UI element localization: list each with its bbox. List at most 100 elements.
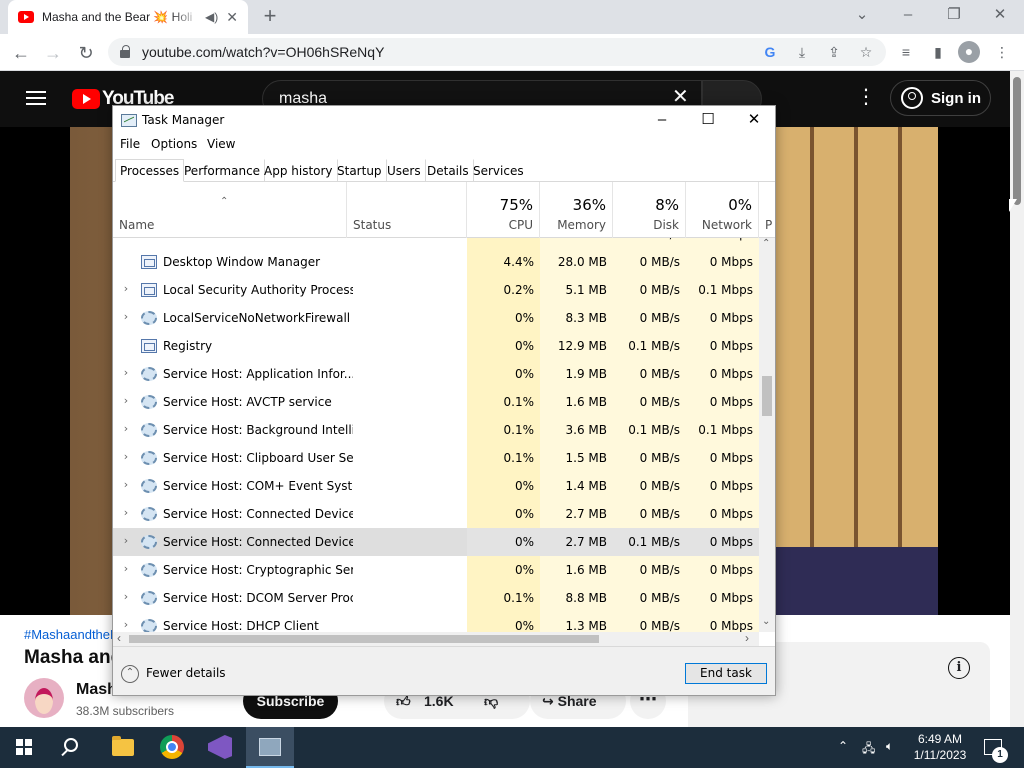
expand-chevron-icon[interactable]: › — [121, 534, 131, 547]
page-scrollbar-thumb[interactable] — [1013, 77, 1021, 205]
menu-view[interactable]: View — [207, 137, 235, 151]
chrome-taskbar-icon[interactable] — [160, 735, 184, 759]
expand-chevron-icon[interactable]: › — [121, 590, 131, 603]
settings-more-icon[interactable]: ⋮ — [856, 87, 876, 107]
url-text[interactable]: youtube.com/watch?v=OH06hSReNqY — [142, 44, 384, 60]
taskbar-clock[interactable]: 6:49 AM 1/11/2023 — [908, 731, 972, 763]
google-lens-icon[interactable]: G — [760, 42, 780, 62]
tab-startup[interactable]: Startup — [332, 159, 387, 182]
tm-maximize-button[interactable]: ☐ — [685, 108, 731, 132]
lock-icon[interactable] — [120, 45, 130, 58]
share-icon[interactable]: ⇪ — [824, 42, 844, 62]
file-explorer-icon[interactable] — [112, 736, 134, 756]
collapse-chevron-icon[interactable]: ⌃ — [121, 665, 139, 683]
visual-studio-icon[interactable] — [208, 735, 232, 759]
process-row[interactable]: › Service Host: Background Intelli... 0.1%… — [113, 416, 759, 444]
channel-name[interactable]: Mash — [76, 681, 117, 699]
process-row-partial[interactable]: Console Window Host 0% 3.9 MB 0 MB/s 0 Mbps — [113, 238, 759, 248]
column-network-header[interactable]: 0% Network — [686, 182, 759, 238]
expand-chevron-icon[interactable]: › — [121, 478, 131, 491]
process-row[interactable]: › Service Host: Application Infor... 0% 1.9… — [113, 360, 759, 388]
process-row[interactable]: › Service Host: DCOM Server Proc... 0.1% 8.… — [113, 584, 759, 612]
expand-chevron-icon[interactable]: › — [121, 282, 131, 295]
process-row[interactable]: › Service Host: COM+ Event Syste... 0% 1.4 … — [113, 472, 759, 500]
tab-details[interactable]: Details — [422, 159, 474, 182]
sign-in-button[interactable]: Sign in — [890, 80, 991, 116]
scroll-down-icon[interactable]: ⌄ — [762, 616, 770, 627]
hscroll-thumb[interactable] — [129, 635, 599, 643]
hamburger-menu-icon[interactable] — [26, 91, 46, 105]
tab-services[interactable]: Services — [468, 159, 529, 182]
page-scrollbar[interactable] — [1010, 71, 1024, 727]
video-hashtag-link[interactable]: #MashaandtheB — [24, 627, 119, 642]
process-row[interactable]: › Local Security Authority Process... 0.2%… — [113, 276, 759, 304]
bookmark-star-icon[interactable]: ☆ — [856, 42, 876, 62]
show-hidden-icons-chevron-icon[interactable]: ⌃ — [838, 739, 848, 753]
close-window-button[interactable]: ✕ — [980, 4, 1020, 28]
vscroll-thumb[interactable] — [762, 376, 772, 416]
column-disk-header[interactable]: 8% Disk — [613, 182, 686, 238]
process-table-hscrollbar[interactable]: ‹ › — [113, 631, 759, 646]
process-row[interactable]: › Service Host: Cryptographic Ser... 0% 1.6… — [113, 556, 759, 584]
expand-chevron-icon[interactable]: › — [121, 366, 131, 379]
menu-file[interactable]: File — [120, 137, 140, 151]
start-button[interactable] — [0, 727, 48, 768]
new-tab-button[interactable]: + — [258, 5, 282, 29]
expand-chevron-icon[interactable]: › — [121, 618, 131, 631]
process-row[interactable]: Registry 0% 12.9 MB 0.1 MB/s 0 Mbps — [113, 332, 759, 360]
column-power-header[interactable]: P — [759, 182, 775, 238]
scroll-up-icon[interactable]: ⌃ — [762, 238, 770, 249]
restore-button[interactable]: ❐ — [934, 4, 974, 28]
expand-chevron-icon[interactable]: › — [121, 562, 131, 575]
process-row[interactable]: › Service Host: Connected Device... 0% 2.7 … — [113, 500, 759, 528]
tab-search-chevron-icon[interactable]: ⌄ — [842, 4, 882, 28]
tab-app-history[interactable]: App history — [259, 159, 338, 182]
task-manager-taskbar-icon[interactable] — [259, 738, 281, 756]
tab-processes[interactable]: Processes — [115, 159, 185, 182]
tab-users[interactable]: Users — [382, 159, 426, 182]
expand-chevron-icon[interactable]: › — [121, 450, 131, 463]
tab-performance[interactable]: Performance — [179, 159, 266, 182]
channel-avatar[interactable] — [24, 678, 64, 718]
scroll-right-icon[interactable]: › — [745, 631, 749, 645]
expand-chevron-icon[interactable]: › — [121, 422, 131, 435]
process-row[interactable]: Desktop Window Manager 4.4% 28.0 MB 0 MB/s 0… — [113, 248, 759, 276]
menu-options[interactable]: Options — [151, 137, 197, 151]
back-button[interactable]: ← — [8, 40, 34, 66]
expand-chevron-icon[interactable]: › — [121, 394, 131, 407]
expand-chevron-icon[interactable]: › — [121, 506, 131, 519]
column-cpu-header[interactable]: 75% CPU — [467, 182, 540, 238]
install-app-icon[interactable]: ⤓ — [792, 42, 812, 62]
end-task-button[interactable]: End task — [685, 663, 767, 684]
process-row[interactable]: › Service Host: AVCTP service 0.1% 1.6 MB 0 … — [113, 388, 759, 416]
process-row[interactable]: › Service Host: DHCP Client 0% 1.3 MB 0 MB/s… — [113, 612, 759, 632]
volume-icon[interactable]: 🔈︎ — [886, 739, 893, 754]
side-panel-icon[interactable]: ▮ — [928, 42, 948, 62]
task-manager-titlebar[interactable]: Task Manager – ☐ ✕ — [113, 106, 775, 134]
column-status-header[interactable]: Status — [347, 182, 467, 238]
tab-close-icon[interactable]: ✕ — [226, 9, 238, 26]
info-icon[interactable]: i — [948, 657, 970, 679]
reload-button[interactable]: ↻ — [73, 40, 99, 66]
process-row[interactable]: › Service Host: Clipboard User Ser... 0.1%… — [113, 444, 759, 472]
tm-close-button[interactable]: ✕ — [731, 108, 777, 132]
process-table-vscrollbar[interactable]: ⌃ ⌄ — [759, 238, 775, 632]
chrome-menu-icon[interactable]: ⋮ — [992, 42, 1012, 62]
browser-tab-active[interactable]: Masha and the Bear 💥 Holi ◀) ✕ — [8, 0, 248, 34]
forward-button[interactable]: → — [40, 40, 66, 66]
column-name-header[interactable]: ⌃ Name — [113, 182, 347, 238]
process-row[interactable]: › LocalServiceNoNetworkFirewall ... 0% 8.3 … — [113, 304, 759, 332]
tm-minimize-button[interactable]: – — [639, 108, 685, 132]
expand-chevron-icon[interactable]: › — [121, 310, 131, 323]
column-memory-header[interactable]: 36% Memory — [540, 182, 613, 238]
minimize-button[interactable]: – — [888, 4, 928, 28]
profile-avatar-icon[interactable]: ● — [958, 41, 980, 63]
process-row[interactable]: › Service Host: Connected Device... 0% 2.7 … — [113, 528, 759, 556]
scroll-left-icon[interactable]: ‹ — [117, 631, 121, 645]
media-control-icon[interactable]: ≡ — [896, 42, 916, 62]
taskbar-search-icon[interactable] — [64, 738, 78, 752]
clear-search-icon[interactable]: ✕ — [672, 87, 689, 107]
fewer-details-link[interactable]: Fewer details — [146, 666, 226, 680]
audio-playing-icon[interactable]: ◀) — [205, 10, 218, 24]
network-icon[interactable]: 🖧︎ — [862, 739, 875, 760]
